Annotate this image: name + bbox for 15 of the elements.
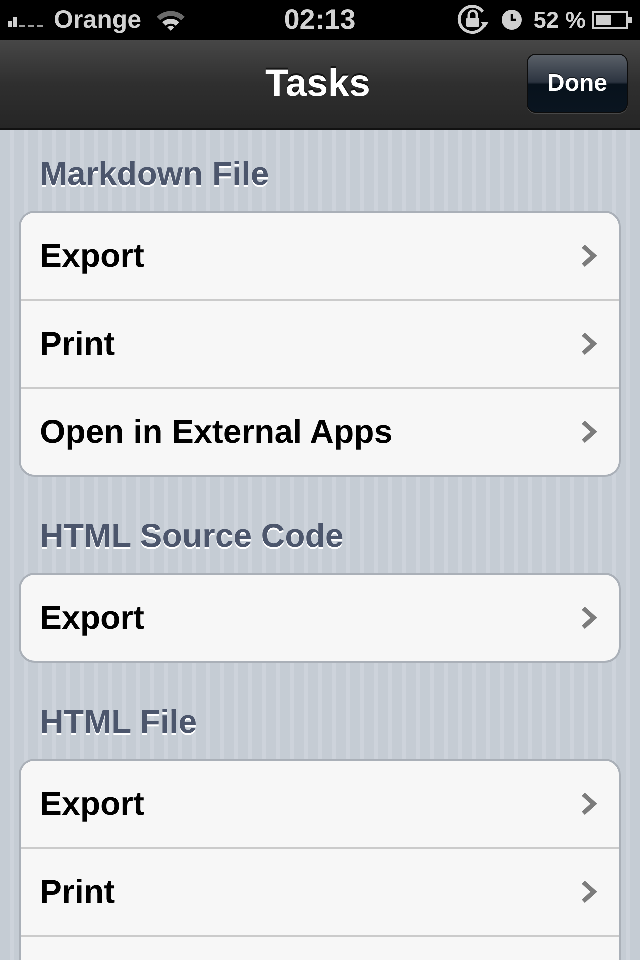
wifi-icon xyxy=(156,9,186,31)
status-time: 02:13 xyxy=(284,5,356,35)
nav-title: Tasks xyxy=(266,62,370,106)
clock-icon xyxy=(502,10,522,30)
battery-percent: 52 % xyxy=(534,6,586,35)
battery-icon xyxy=(592,11,632,29)
section-header: HTML Source Code xyxy=(40,519,344,553)
carrier-name: Orange xyxy=(54,5,142,35)
section-header: HTML File xyxy=(40,705,198,739)
rotation-lock-icon xyxy=(456,3,490,37)
done-button[interactable]: Done xyxy=(527,54,628,113)
list-row[interactable]: Export xyxy=(21,575,619,661)
section-header: Markdown File xyxy=(40,157,270,191)
list-row[interactable]: Open in External Apps xyxy=(21,387,619,475)
signal-strength-icon xyxy=(8,17,46,27)
